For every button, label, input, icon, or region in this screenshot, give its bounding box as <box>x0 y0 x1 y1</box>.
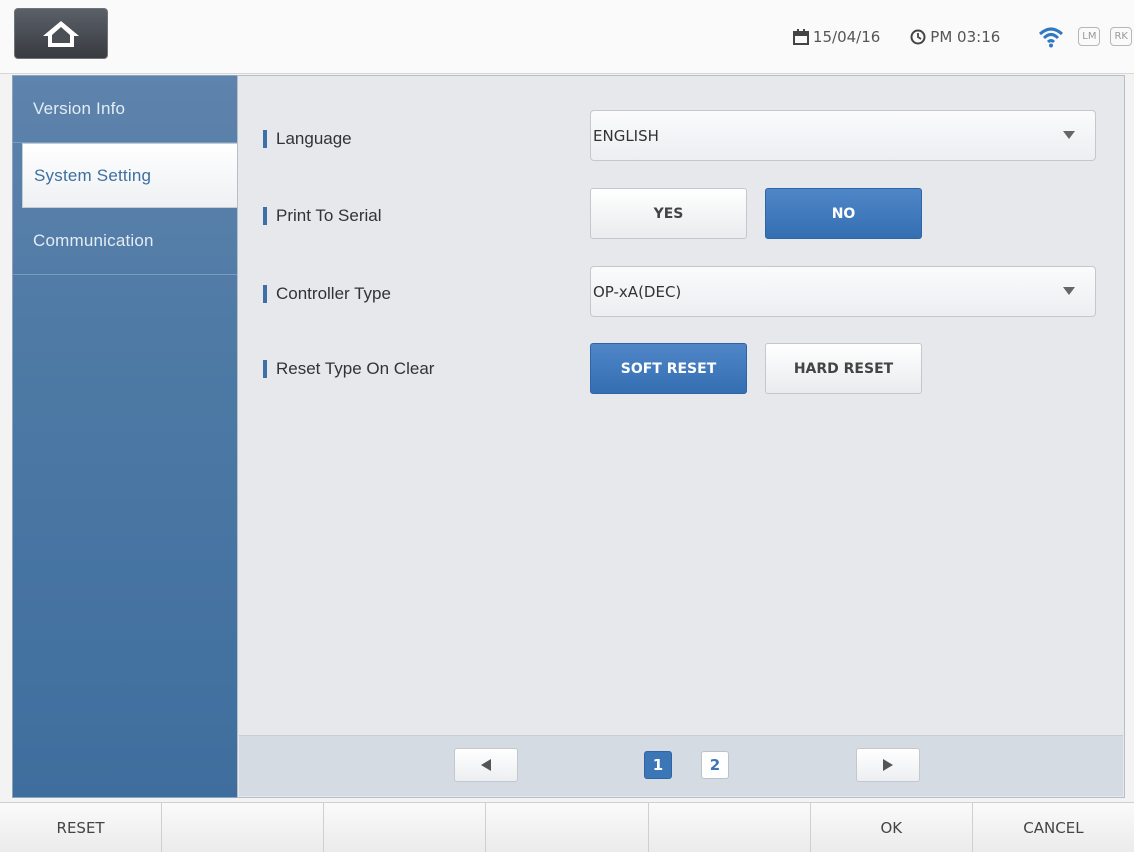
sidebar-item-label: System Setting <box>34 165 152 185</box>
controller-type-value: OP-xA(DEC) <box>593 282 682 301</box>
reset-type-label-text: Reset Type On Clear <box>276 359 435 378</box>
sidebar-item-label: Version Info <box>33 99 126 118</box>
sidebar-item-version-info[interactable]: Version Info <box>13 76 237 143</box>
controller-type-select[interactable]: OP-xA(DEC) <box>590 266 1096 317</box>
pagination-bar: 1 2 <box>239 735 1123 796</box>
date-text: 15/04/16 <box>812 27 881 46</box>
language-select[interactable]: ENGLISH <box>590 110 1096 161</box>
rk-indicator: RK <box>1110 27 1132 46</box>
chevron-down-icon <box>1063 287 1075 295</box>
controller-type-label-text: Controller Type <box>276 284 391 303</box>
settings-panel: Language ENGLISH Print To Serial YES NO … <box>237 75 1125 798</box>
print-to-serial-label-text: Print To Serial <box>276 206 382 225</box>
prev-page-button[interactable] <box>454 748 518 782</box>
button-label: HARD RESET <box>793 360 894 377</box>
lm-indicator: LM <box>1078 27 1101 46</box>
reset-button[interactable]: RESET <box>0 803 163 852</box>
chevron-down-icon <box>1063 131 1075 139</box>
home-icon <box>43 20 79 47</box>
function-key-5[interactable] <box>648 803 811 852</box>
page-1-button[interactable]: 1 <box>644 751 672 779</box>
time-display: PM 03:16 <box>910 28 1000 46</box>
soft-reset-button[interactable]: SOFT RESET <box>590 343 747 394</box>
controller-type-label: Controller Type <box>263 284 391 304</box>
button-label: NO <box>831 205 856 222</box>
wifi-icon <box>1039 27 1064 47</box>
calendar-icon <box>792 28 809 45</box>
home-button[interactable] <box>14 8 108 59</box>
ok-button[interactable]: OK <box>810 803 973 852</box>
date-display: 15/04/16 <box>792 27 881 46</box>
next-page-button[interactable] <box>856 748 920 782</box>
function-key-2[interactable] <box>162 803 325 852</box>
language-value: ENGLISH <box>593 126 659 145</box>
triangle-left-icon <box>481 759 491 771</box>
button-label: YES <box>653 205 684 222</box>
button-label: SOFT RESET <box>620 360 717 377</box>
page-2-button[interactable]: 2 <box>701 751 729 779</box>
function-key-bar: RESET OK CANCEL <box>0 802 1134 852</box>
clock-icon <box>910 29 926 44</box>
print-to-serial-label: Print To Serial <box>263 206 382 226</box>
print-serial-yes-button[interactable]: YES <box>590 188 747 239</box>
print-serial-no-button[interactable]: NO <box>765 188 922 239</box>
function-key-4[interactable] <box>486 803 649 852</box>
language-label-text: Language <box>276 129 352 148</box>
language-label: Language <box>263 129 352 149</box>
sidebar-item-label: Communication <box>33 231 154 250</box>
label-marker <box>263 285 267 303</box>
hard-reset-button[interactable]: HARD RESET <box>765 343 922 394</box>
label-marker <box>263 360 267 378</box>
status-area: 15/04/16 PM 03:16 LM RK <box>792 0 1134 73</box>
function-key-3[interactable] <box>324 803 487 852</box>
reset-type-label: Reset Type On Clear <box>263 359 434 379</box>
sidebar-item-system-setting[interactable]: System Setting <box>22 143 240 208</box>
sidebar-item-communication[interactable]: Communication <box>13 208 237 275</box>
cancel-button[interactable]: CANCEL <box>972 803 1134 852</box>
sidebar: Version Info System Setting Communicatio… <box>12 75 240 798</box>
triangle-right-icon <box>883 759 893 771</box>
top-bar: 15/04/16 PM 03:16 LM RK <box>0 0 1134 74</box>
time-text: PM 03:16 <box>930 27 1001 46</box>
label-marker <box>263 207 267 225</box>
label-marker <box>263 130 267 148</box>
